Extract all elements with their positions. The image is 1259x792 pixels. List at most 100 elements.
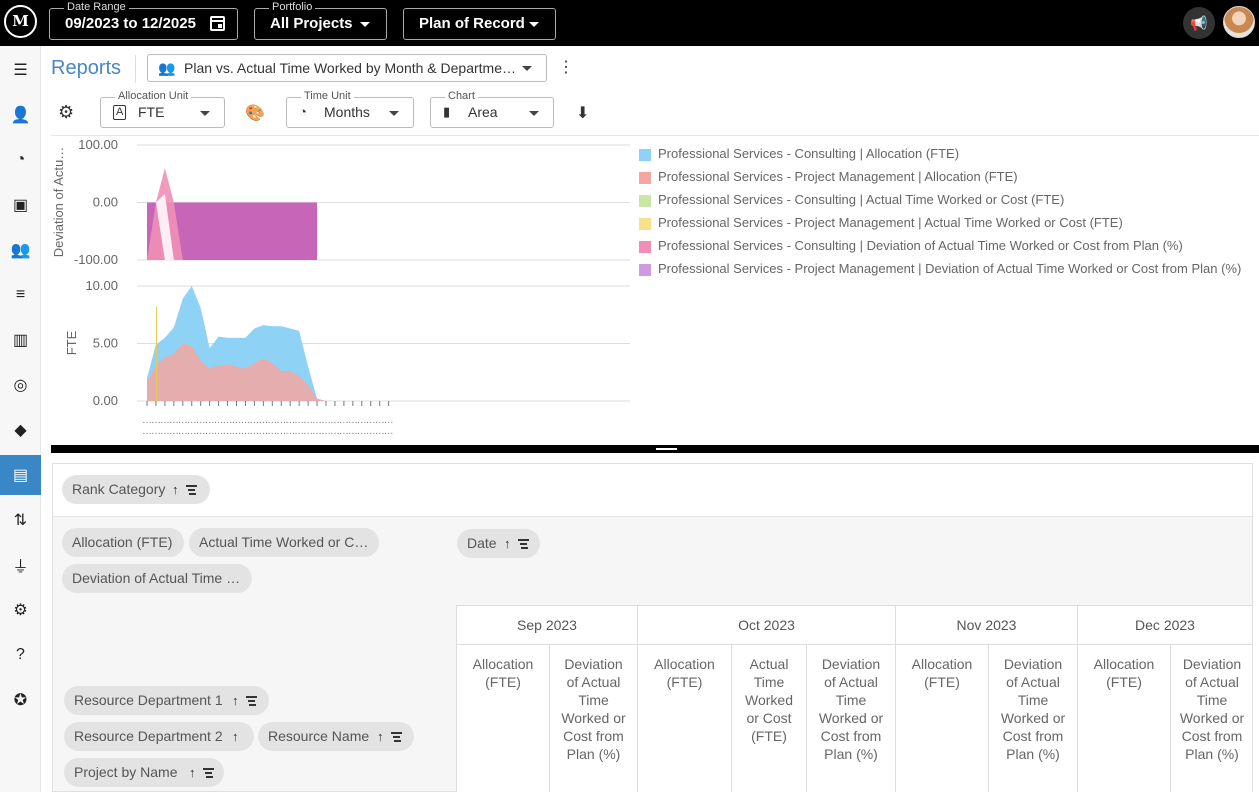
values-chip-deviation[interactable]: Deviation of Actual Time … (62, 564, 252, 593)
filter-icon[interactable] (518, 539, 529, 548)
compass-icon: ✪ (13, 692, 28, 709)
sidebar-item[interactable]: 👤 (0, 95, 41, 135)
portfolio-select[interactable]: Portfolio All Projects (254, 0, 387, 40)
help-icon: ? (16, 646, 25, 663)
sort-up-icon[interactable]: ↑ (377, 722, 384, 751)
legend-swatch (639, 241, 651, 253)
chevron-down-icon (389, 111, 399, 116)
column-header[interactable]: Allocation (FTE) (457, 645, 550, 792)
y-tick-label: 5.00 (93, 336, 118, 351)
chart-type-value: Area (468, 104, 498, 120)
people-icon: 👥 (158, 60, 176, 76)
allocation-unit-select[interactable]: Allocation Unit A FTE (100, 90, 225, 128)
sort-up-icon[interactable]: ↑ (232, 722, 239, 751)
plan-value: Plan of Record (419, 15, 525, 32)
avatar[interactable] (1223, 6, 1255, 38)
sidebar-item[interactable]: ⚙ (0, 590, 41, 630)
column-header[interactable]: Allocation (FTE) (896, 645, 989, 792)
legend-label: Professional Services - Project Manageme… (658, 215, 1123, 230)
filter-icon[interactable] (186, 485, 197, 494)
more-options-icon[interactable]: ⋮ (558, 59, 574, 77)
chip-label: Allocation (FTE) (72, 534, 173, 550)
column-header[interactable]: Deviation of Actual Time Worked or Cost … (807, 645, 896, 792)
pivot-grid: Sep 2023 Oct 2023 Nov 2023 Dec 2023 Allo… (456, 605, 1253, 792)
row-chip-resource-name[interactable]: Resource Name ↑ (258, 722, 414, 751)
sidebar: ☰ 👤 ◔ ▣ 👥 ≡ ▥ ◎ ◆ ▤ ⇅ ⏚ ⚙? ✪ (0, 46, 41, 792)
allocation-unit-value: FTE (138, 104, 165, 120)
app-logo[interactable]: M (4, 5, 37, 38)
sidebar-item[interactable]: ⏚ (0, 545, 41, 585)
column-header[interactable]: Allocation (FTE) (638, 645, 732, 792)
sidebar-item[interactable]: ✪ (0, 680, 41, 720)
person-list-icon: 👤 (10, 107, 31, 124)
time-unit-select[interactable]: Time Unit ◔ Months (286, 90, 414, 128)
chevron-down-icon (360, 22, 370, 27)
month-header[interactable]: Sep 2023 (457, 605, 638, 645)
announcement-button[interactable]: 📢 (1183, 7, 1215, 39)
sidebar-item[interactable]: ◎ (0, 365, 41, 405)
row-chip-resource-department-1[interactable]: Resource Department 1 ↑ (64, 686, 269, 715)
panel-splitter[interactable] (51, 445, 1259, 453)
legend-swatch (639, 218, 651, 230)
column-header[interactable]: Actual Time Worked or Cost (FTE) (732, 645, 807, 792)
sidebar-item[interactable]: ? (0, 635, 41, 675)
settings-icon[interactable]: ⚙ (58, 102, 74, 123)
sidebar-item[interactable]: ◆ (0, 410, 41, 450)
sidebar-item[interactable]: ☰ (0, 50, 41, 90)
chip-label: Resource Name (268, 728, 370, 744)
sort-up-icon[interactable]: ↑ (189, 758, 196, 787)
column-header[interactable]: Deviation of Actual Time Worked or Cost … (989, 645, 1078, 792)
sidebar-item[interactable]: ⇅ (0, 500, 41, 540)
month-header[interactable]: Dec 2023 (1078, 605, 1253, 645)
plan-select[interactable]: Plan of Record (403, 8, 556, 40)
divider (51, 135, 1259, 136)
list-icon: ≡ (15, 286, 26, 303)
values-chip-allocation[interactable]: Allocation (FTE) (62, 528, 184, 557)
allocation-unit-label: Allocation Unit (115, 90, 192, 103)
column-header[interactable]: Deviation of Actual Time Worked or Cost … (1171, 645, 1253, 792)
date-range-picker[interactable]: Date Range 09/2023 to 12/2025 (49, 0, 238, 40)
sidebar-item[interactable]: ◔ (0, 140, 41, 180)
download-icon[interactable]: ⬇ (576, 103, 589, 123)
donut-icon: ◔ (15, 151, 26, 168)
report-select[interactable]: 👥 Plan vs. Actual Time Worked by Month &… (147, 54, 547, 82)
palette-icon[interactable]: 🎨 (245, 103, 265, 123)
y-tick-label: 10.00 (85, 278, 118, 293)
filter-area (53, 464, 1252, 517)
x-tick-label: … (384, 415, 394, 426)
sidebar-item[interactable]: 👥 (0, 230, 41, 270)
filter-icon[interactable] (246, 696, 257, 705)
values-chip-actual[interactable]: Actual Time Worked or C… (189, 528, 379, 557)
y-tick-label: 0.00 (93, 393, 118, 408)
sidebar-item[interactable]: ▤ (0, 455, 41, 495)
month-header[interactable]: Nov 2023 (896, 605, 1078, 645)
row-chip-project-by-name[interactable]: Project by Name ↑ (64, 758, 224, 787)
filter-icon[interactable] (391, 732, 402, 741)
column-header[interactable]: Deviation of Actual Time Worked or Cost … (550, 645, 638, 792)
chevron-down-icon (200, 111, 210, 116)
month-header[interactable]: Oct 2023 (638, 605, 896, 645)
chip-label: Resource Department 2 (74, 728, 223, 744)
y-tick-label: 0.00 (93, 195, 118, 210)
sort-up-icon[interactable]: ↑ (504, 529, 511, 558)
drag-handle-icon[interactable] (656, 448, 677, 450)
sort-up-icon[interactable]: ↑ (172, 475, 179, 504)
sidebar-item[interactable]: ▣ (0, 185, 41, 225)
sidebar-item[interactable]: ▥ (0, 320, 41, 360)
sidebar-item[interactable]: ≡ (0, 275, 41, 315)
y-axis-label: FTE (64, 330, 79, 355)
row-chip-resource-department-2[interactable]: Resource Department 2 ↑ (64, 722, 254, 751)
chart-type-select[interactable]: Chart ▮ Area (430, 90, 554, 128)
filter-icon[interactable] (203, 768, 214, 777)
y-tick-label: -100.00 (74, 252, 118, 267)
legend-label: Professional Services - Consulting | Dev… (658, 238, 1183, 253)
sort-up-icon[interactable]: ↑ (232, 686, 239, 715)
rank-category-chip[interactable]: Rank Category ↑ (62, 475, 210, 504)
x-tick-label: … (384, 426, 394, 437)
date-chip[interactable]: Date ↑ (457, 529, 540, 558)
chart-area: 100.00 0.00 -100.00 Deviation of Actu… 10.00… (51, 137, 630, 437)
column-header[interactable]: Allocation (FTE) (1078, 645, 1171, 792)
people-icon: 👥 (10, 242, 31, 259)
calendar-icon[interactable] (210, 16, 225, 31)
chip-label: Deviation of Actual Time … (72, 570, 241, 586)
